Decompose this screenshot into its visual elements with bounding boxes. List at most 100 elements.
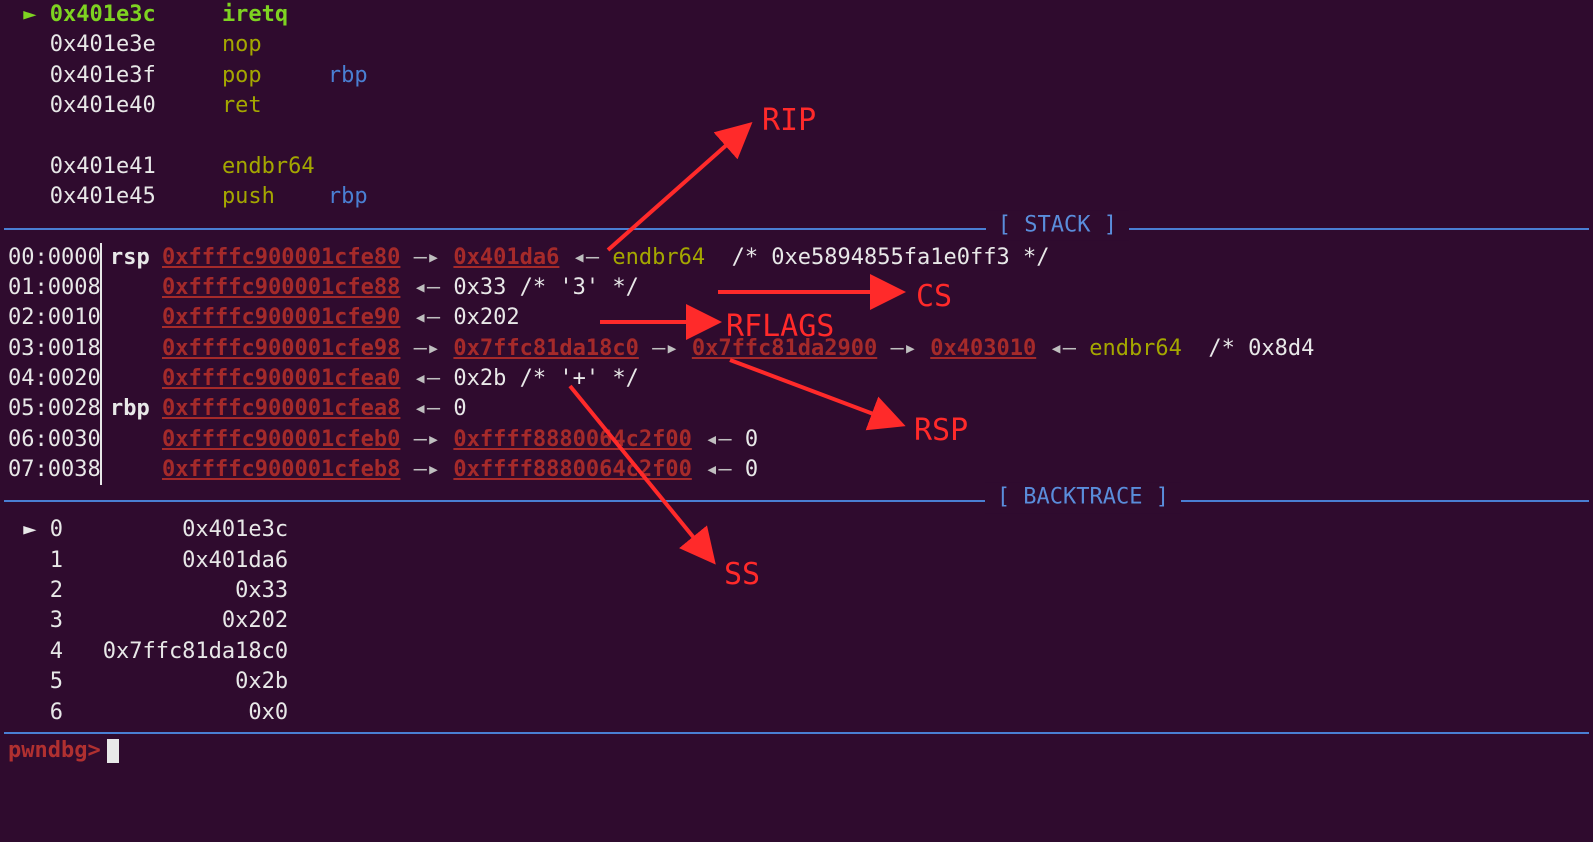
prompt-row[interactable]: pwndbg>	[4, 734, 1589, 766]
stack-row: 00:0000rsp0xffffc900001cfe80 —▸ 0x401da6…	[4, 243, 1589, 273]
backtrace-row: 1 0x401da6	[4, 546, 1589, 576]
chain-arrow: ◂—	[400, 366, 453, 391]
stack-row: 07:0038 0xffffc900001cfeb8 —▸ 0xffff8880…	[4, 455, 1589, 485]
disasm-row: 0x401e45 push rbp	[10, 182, 1589, 212]
stack-index: 00:0000	[4, 243, 102, 273]
stack-row: 06:0030 0xffffc900001cfeb0 —▸ 0xffff8880…	[4, 425, 1589, 455]
stack-address: 0xffffc900001cfea8	[162, 396, 400, 421]
chain-arrow: ◂—	[559, 245, 612, 270]
backtrace-row: 3 0x202	[4, 606, 1589, 636]
stack-row: 05:0028rbp0xffffc900001cfea8 ◂— 0	[4, 394, 1589, 424]
disasm-address: 0x401e3f	[50, 63, 222, 88]
section-label-stack: [ STACK ]	[986, 210, 1129, 240]
chain-value: 0	[745, 457, 758, 482]
backtrace-row: 2 0x33	[4, 576, 1589, 606]
stack-index: 02:0010	[4, 303, 102, 333]
stack-register	[102, 273, 158, 303]
stack-index: 04:0020	[4, 364, 102, 394]
disasm-operand: rbp	[328, 184, 368, 209]
disasm-address: 0x401e40	[50, 93, 222, 118]
stack-row: 03:0018 0xffffc900001cfe98 —▸ 0x7ffc81da…	[4, 334, 1589, 364]
stack-block: 00:0000rsp0xffffc900001cfe80 —▸ 0x401da6…	[4, 243, 1589, 486]
section-divider-backtrace: [ BACKTRACE ]	[4, 485, 1589, 515]
disasm-row: 0x401e3f pop rbp	[10, 61, 1589, 91]
disasm-mnemonic: nop	[222, 32, 328, 57]
chain-pointer: 0x403010	[930, 336, 1036, 361]
stack-register: rsp	[102, 243, 158, 273]
backtrace-row: 4 0x7ffc81da18c0	[4, 637, 1589, 667]
chain-value: 0x202	[453, 305, 519, 330]
prompt-text: pwndbg>	[8, 736, 101, 766]
disasm-row: 0x401e41 endbr64	[10, 152, 1589, 182]
stack-address: 0xffffc900001cfea0	[162, 366, 400, 391]
chain-arrow: ◂—	[400, 396, 453, 421]
stack-chain: 0xffffc900001cfe90 ◂— 0x202	[158, 303, 520, 333]
terminal-pane: ► 0x401e3c iretq 0x401e3e nop 0x401e3f p…	[0, 0, 1593, 766]
chain-pointer: 0xffff8880064c2f00	[453, 457, 691, 482]
chain-mnemonic: endbr64	[612, 245, 718, 270]
chain-pointer: 0x7ffc81da2900	[692, 336, 877, 361]
chain-value: 0	[745, 427, 758, 452]
stack-register	[102, 425, 158, 455]
disasm-row: ► 0x401e3c iretq	[10, 0, 1589, 30]
chain-pointer: 0x7ffc81da18c0	[453, 336, 638, 361]
chain-arrow: ◂—	[1036, 336, 1089, 361]
stack-chain: 0xffffc900001cfeb8 —▸ 0xffff8880064c2f00…	[158, 455, 758, 485]
chain-arrow: —▸	[400, 245, 453, 270]
disasm-marker	[10, 93, 50, 118]
chain-arrow: —▸	[400, 336, 453, 361]
stack-chain: 0xffffc900001cfea8 ◂— 0	[158, 394, 467, 424]
backtrace-row: 5 0x2b	[4, 667, 1589, 697]
stack-index: 03:0018	[4, 334, 102, 364]
disasm-address: 0x401e45	[50, 184, 222, 209]
stack-address: 0xffffc900001cfeb8	[162, 457, 400, 482]
stack-index: 06:0030	[4, 425, 102, 455]
stack-register	[102, 455, 158, 485]
disasm-marker	[10, 154, 50, 179]
cursor	[107, 739, 119, 763]
stack-chain: 0xffffc900001cfe80 —▸ 0x401da6 ◂— endbr6…	[158, 243, 1049, 273]
disasm-marker	[10, 184, 50, 209]
chain-value: 0	[453, 396, 466, 421]
stack-row: 04:0020 0xffffc900001cfea0 ◂— 0x2b /* '+…	[4, 364, 1589, 394]
disasm-address: 0x401e3e	[50, 32, 222, 57]
chain-value: 0x2b /* '+' */	[453, 366, 638, 391]
disasm-mnemonic: push	[222, 184, 328, 209]
disasm-mnemonic: pop	[222, 63, 328, 88]
disasm-address: 0x401e41	[50, 154, 222, 179]
stack-address: 0xffffc900001cfe88	[162, 275, 400, 300]
disasm-mnemonic: endbr64	[222, 154, 328, 179]
backtrace-row: ► 0 0x401e3c	[4, 515, 1589, 545]
stack-address: 0xffffc900001cfe90	[162, 305, 400, 330]
disasm-row: 0x401e40 ret	[10, 91, 1589, 121]
stack-index: 01:0008	[4, 273, 102, 303]
disasm-row	[10, 121, 1589, 151]
stack-chain: 0xffffc900001cfe88 ◂— 0x33 /* '3' */	[158, 273, 639, 303]
chain-pointer: 0xffff8880064c2f00	[453, 427, 691, 452]
stack-register	[102, 334, 158, 364]
disasm-marker	[10, 63, 50, 88]
chain-mnemonic: endbr64	[1089, 336, 1195, 361]
stack-chain: 0xffffc900001cfeb0 —▸ 0xffff8880064c2f00…	[158, 425, 758, 455]
chain-arrow: —▸	[877, 336, 930, 361]
stack-address: 0xffffc900001cfe80	[162, 245, 400, 270]
chain-comment: /* 0x8d4	[1195, 336, 1314, 361]
disasm-marker	[10, 32, 50, 57]
stack-chain: 0xffffc900001cfe98 —▸ 0x7ffc81da18c0 —▸ …	[158, 334, 1314, 364]
stack-address: 0xffffc900001cfeb0	[162, 427, 400, 452]
stack-register	[102, 303, 158, 333]
chain-arrow: ◂—	[400, 305, 453, 330]
disasm-marker: ►	[10, 2, 50, 27]
chain-arrow: —▸	[400, 457, 453, 482]
disasm-address: 0x401e3c	[50, 2, 222, 27]
disasm-mnemonic: ret	[222, 93, 328, 118]
chain-pointer: 0x401da6	[453, 245, 559, 270]
chain-arrow: ◂—	[400, 275, 453, 300]
stack-index: 07:0038	[4, 455, 102, 485]
chain-comment: /* 0xe5894855fa1e0ff3 */	[718, 245, 1049, 270]
chain-arrow: ◂—	[692, 427, 745, 452]
stack-row: 01:0008 0xffffc900001cfe88 ◂— 0x33 /* '3…	[4, 273, 1589, 303]
backtrace-row: 6 0x0	[4, 698, 1589, 728]
chain-arrow: —▸	[639, 336, 692, 361]
chain-arrow: —▸	[400, 427, 453, 452]
